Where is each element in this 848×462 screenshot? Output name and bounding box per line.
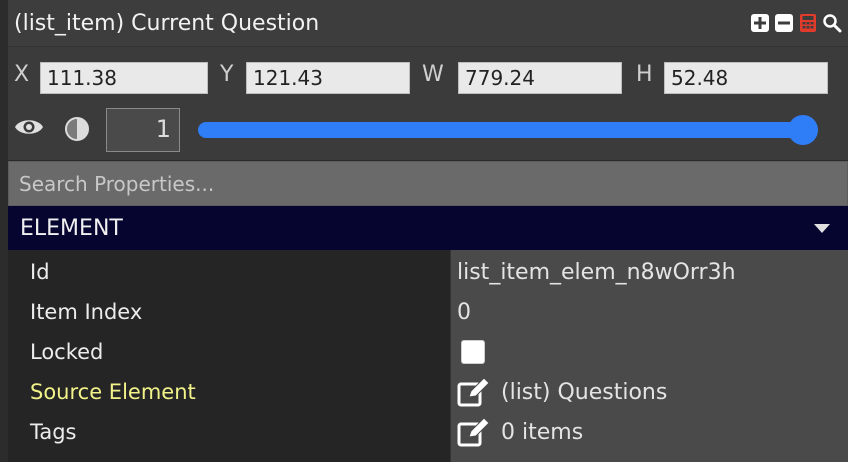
search-properties-input[interactable] <box>9 162 847 205</box>
x-label: X <box>14 62 30 87</box>
h-label: H <box>636 62 653 87</box>
chevron-down-icon[interactable] <box>814 223 830 233</box>
property-label: Source Element <box>30 380 196 404</box>
property-labels-column: Id Item Index Locked Source Element Tags <box>8 250 450 462</box>
locked-value <box>451 340 485 364</box>
property-value-row: 0 items <box>451 412 848 452</box>
x-field[interactable]: 111.38 <box>40 62 208 94</box>
opacity-slider-track[interactable] <box>198 122 808 138</box>
id-value[interactable]: list_item_elem_n8wOrr3h <box>451 260 736 285</box>
panel-title: (list_item) Current Question <box>14 10 320 36</box>
add-icon[interactable] <box>750 13 770 33</box>
property-row-item-index: Item Index <box>8 292 450 332</box>
property-value-row: list_item_elem_n8wOrr3h <box>451 252 848 292</box>
property-value-row <box>451 332 848 372</box>
panel-header: (list_item) Current Question <box>8 0 848 47</box>
opacity-input[interactable]: 1 <box>106 108 180 152</box>
section-title: ELEMENT <box>20 215 123 241</box>
property-label: Id <box>30 260 50 284</box>
property-row-tags: Tags <box>8 412 450 452</box>
property-row-locked: Locked <box>8 332 450 372</box>
search-icon[interactable] <box>822 13 842 33</box>
property-label: Tags <box>30 420 77 444</box>
source-element-value: (list) Questions <box>451 377 667 407</box>
property-row-source-element: Source Element <box>8 372 450 412</box>
y-label: Y <box>220 62 234 87</box>
locked-checkbox[interactable] <box>461 340 485 364</box>
opacity-slider-handle[interactable] <box>788 115 818 145</box>
properties-list: Id Item Index Locked Source Element Tags… <box>8 250 848 462</box>
w-label: W <box>422 62 444 87</box>
property-value-row: 0 <box>451 292 848 332</box>
contrast-icon[interactable] <box>64 116 90 146</box>
item-index-value: 0 <box>457 299 471 325</box>
header-icons <box>750 13 842 33</box>
y-field[interactable]: 121.43 <box>246 62 410 94</box>
tags-text[interactable]: 0 items <box>501 420 583 445</box>
position-size-row: X 111.38 Y 121.43 W 779.24 H 52.48 <box>8 60 848 96</box>
w-field[interactable]: 779.24 <box>458 62 622 94</box>
source-element-text[interactable]: (list) Questions <box>501 380 667 405</box>
property-label: Item Index <box>30 300 143 324</box>
property-value-row: (list) Questions <box>451 372 848 412</box>
eye-icon[interactable] <box>14 114 44 144</box>
visibility-opacity-row: 1 <box>8 108 848 152</box>
property-label: Locked <box>30 340 104 364</box>
properties-panel: (list_item) Current Question X 111.38 Y … <box>0 0 848 462</box>
search-properties <box>8 161 848 206</box>
tags-value: 0 items <box>451 417 583 447</box>
calculator-icon[interactable] <box>798 13 818 33</box>
section-header-element[interactable]: ELEMENT <box>8 206 848 250</box>
h-field[interactable]: 52.48 <box>664 62 828 94</box>
remove-icon[interactable] <box>774 13 794 33</box>
edit-icon[interactable] <box>457 377 491 407</box>
edit-icon[interactable] <box>457 417 491 447</box>
property-row-id: Id <box>8 252 450 292</box>
property-values-column: list_item_elem_n8wOrr3h 0 (list) Questio… <box>450 250 848 462</box>
